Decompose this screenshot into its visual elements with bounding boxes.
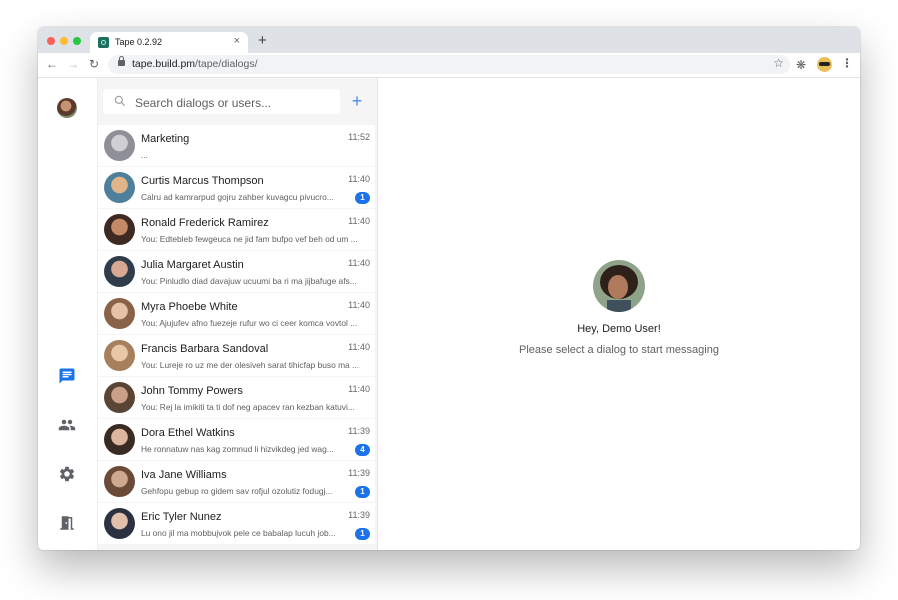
browser-window: Tape 0.2.92 × + ← → ↻ tape.build.pm/tape… [38, 27, 860, 550]
dialog-item[interactable]: Myra Phoebe White 11:40 You: Ajujufev afno… [98, 293, 375, 334]
dialog-name: John Tommy Powers [141, 385, 243, 397]
dialog-list: Marketing 11:52... Curtis Marcus Thompson 1… [98, 125, 377, 545]
search-box[interactable] [103, 89, 340, 116]
unread-badge: 4 [355, 444, 370, 456]
close-window-button[interactable] [47, 37, 55, 45]
dialog-name: Francis Barbara Sandoval [141, 343, 269, 355]
dialog-preview: You: Ajujufev afno fuezeje rufur wo ci c… [141, 318, 358, 328]
dialog-time: 11:39 [348, 426, 370, 436]
main-panel: Hey, Demo User! Please select a dialog t… [378, 78, 860, 550]
dialog-preview: Lu ono jil ma mobbujvok pele ce babalap … [141, 528, 336, 538]
dialog-avatar [104, 424, 135, 455]
browser-tab[interactable]: Tape 0.2.92 × [90, 32, 248, 53]
star-icon[interactable]: ☆ [773, 56, 784, 70]
tab-strip: Tape 0.2.92 × + [38, 27, 860, 53]
dialogs-sidebar: + Marketing 11:52... Curtis Marcus Thompso… [98, 78, 378, 550]
dialog-avatar [104, 340, 135, 371]
exit-icon[interactable] [58, 514, 76, 532]
tape-favicon-icon [98, 37, 109, 48]
dialog-avatar [104, 508, 135, 539]
browser-toolbar: ← → ↻ tape.build.pm/tape/dialogs/ ☆ ❋ ⋮ [38, 53, 860, 78]
dialog-preview: You: Lureje ro uz me der olesiveh sarat … [141, 360, 360, 370]
dialog-time: 11:40 [348, 174, 370, 184]
dialog-item[interactable]: Marketing 11:52... [98, 125, 375, 166]
extensions-icon[interactable]: ❋ [796, 58, 806, 72]
people-icon[interactable] [58, 416, 76, 434]
back-icon[interactable]: ← [44, 56, 60, 72]
tab-close-button[interactable]: × [234, 35, 240, 47]
dialog-preview: Gehfopu gebup ro gidem sav rofjul ozolut… [141, 486, 333, 496]
dialog-item[interactable]: Julia Margaret Austin 11:40 You: Pinludlo … [98, 251, 375, 292]
dialog-preview: You: Edtebleb fewgeuca ne jid fam bufpo … [141, 234, 358, 244]
dialog-name: Ronald Frederick Ramirez [141, 217, 269, 229]
add-dialog-button[interactable]: + [345, 89, 369, 114]
welcome-avatar [593, 260, 645, 312]
lock-icon[interactable] [118, 56, 125, 66]
dialog-avatar [104, 466, 135, 497]
address-bar[interactable]: tape.build.pm/tape/dialogs/ ☆ [108, 55, 790, 74]
dialog-name: Myra Phoebe White [141, 301, 238, 313]
chat-icon[interactable] [58, 367, 76, 385]
unread-badge: 1 [355, 486, 370, 498]
dialog-name: Curtis Marcus Thompson [141, 175, 264, 187]
current-user-avatar[interactable] [57, 98, 77, 118]
dialog-preview: You: Rej la imikiti ta ti dof neg apacev… [141, 402, 355, 412]
dialog-item[interactable]: Iva Jane Williams 11:39 Gehfopu gebup ro g… [98, 461, 375, 502]
dialog-item[interactable]: Ronald Frederick Ramirez 11:40 You: Edtebl… [98, 209, 375, 250]
dialog-time: 11:39 [348, 510, 370, 520]
dialog-name: Eric Tyler Nunez [141, 511, 222, 523]
url-path: /tape/dialogs/ [195, 58, 258, 70]
welcome-title: Hey, Demo User! [577, 323, 661, 335]
dialog-time: 11:40 [348, 258, 370, 268]
dialog-name: Marketing [141, 133, 190, 145]
dialog-item[interactable]: Dora Ethel Watkins 11:39 He ronnatuw nas k… [98, 419, 375, 460]
search-input[interactable] [133, 89, 337, 116]
dialog-preview: He ronnatuw nas kag zomnud li hizvikdeg … [141, 444, 334, 454]
dialog-time: 11:40 [348, 216, 370, 226]
dialog-avatar [104, 298, 135, 329]
dialog-avatar [104, 256, 135, 287]
dialog-preview: Calru ad kamrarpud gojru zahber kuvagcu … [141, 192, 334, 202]
dialog-preview: You: Pinludlo diad davajuw ucuumi ba ri … [141, 276, 357, 286]
tab-title: Tape 0.2.92 [115, 37, 163, 47]
dialog-time: 11:39 [348, 468, 370, 478]
dialog-time: 11:40 [348, 342, 370, 352]
unread-badge: 1 [355, 528, 370, 540]
dialog-time: 11:40 [348, 300, 370, 310]
settings-icon[interactable] [58, 465, 76, 483]
dialog-item[interactable]: Eric Tyler Nunez 11:39 Lu ono jil ma mobbu… [98, 503, 375, 544]
dialog-name: Iva Jane Williams [141, 469, 227, 481]
new-tab-button[interactable]: + [258, 32, 267, 49]
profile-icon[interactable] [817, 57, 832, 72]
menu-icon[interactable]: ⋮ [841, 56, 853, 70]
dialog-avatar [104, 172, 135, 203]
welcome-hint: Please select a dialog to start messagin… [519, 344, 719, 356]
dialog-name: Julia Margaret Austin [141, 259, 244, 271]
dialog-preview: ... [141, 150, 148, 160]
dialog-name: Dora Ethel Watkins [141, 427, 235, 439]
dialog-avatar [104, 382, 135, 413]
dialog-time: 11:52 [348, 132, 370, 142]
dialog-item[interactable]: Curtis Marcus Thompson 11:40 Calru ad kamr… [98, 167, 375, 208]
unread-badge: 1 [355, 192, 370, 204]
tape-app: + Marketing 11:52... Curtis Marcus Thompso… [38, 78, 860, 550]
dialog-avatar [104, 214, 135, 245]
dialog-time: 11:40 [348, 384, 370, 394]
minimize-window-button[interactable] [60, 37, 68, 45]
url-host: tape.build.pm [132, 58, 196, 70]
search-icon [114, 95, 126, 107]
dialog-avatar [104, 130, 135, 161]
dialog-item[interactable]: John Tommy Powers 11:40 You: Rej la imikit… [98, 377, 375, 418]
forward-icon[interactable]: → [65, 56, 81, 72]
dialog-item[interactable]: Francis Barbara Sandoval 11:40 You: Lureje… [98, 335, 375, 376]
url-text[interactable]: tape.build.pm/tape/dialogs/ [132, 58, 258, 70]
maximize-window-button[interactable] [73, 37, 81, 45]
reload-icon[interactable]: ↻ [86, 56, 102, 72]
nav-rail [38, 78, 98, 550]
